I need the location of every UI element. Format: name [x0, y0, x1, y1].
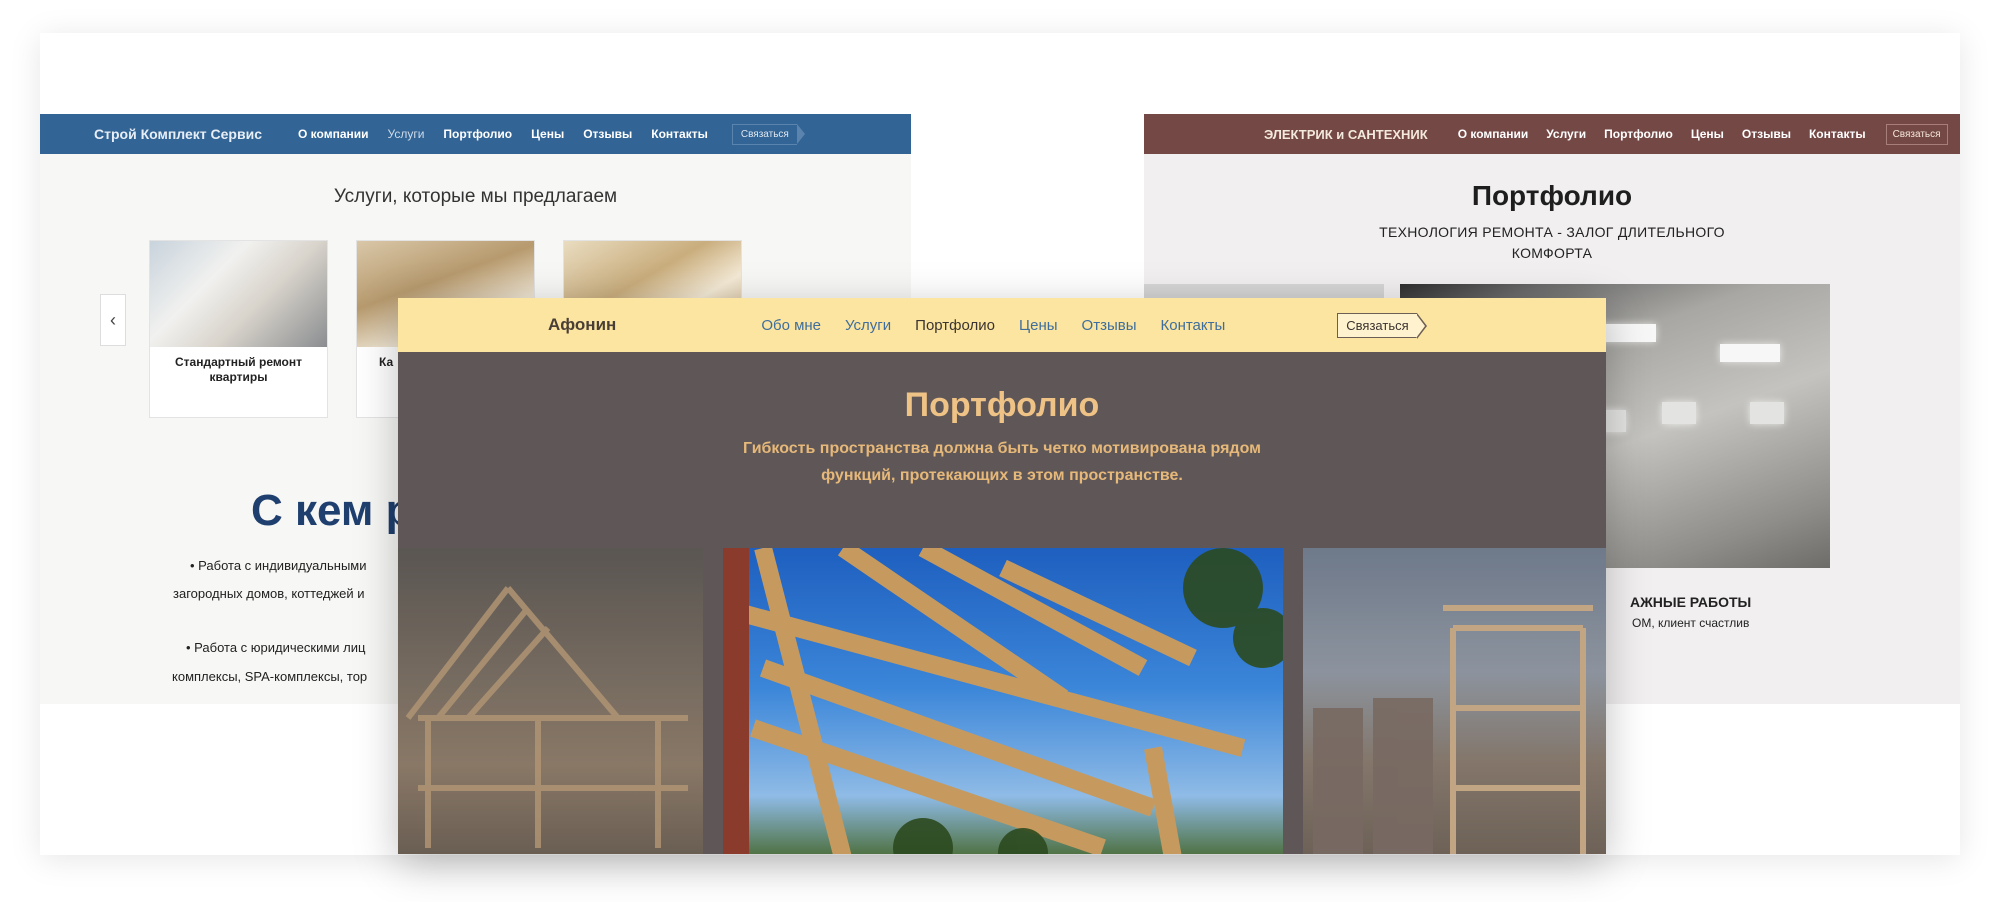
center-site-brand[interactable]: Афонин	[548, 315, 616, 335]
right-menu-item-reviews[interactable]: Отзывы	[1742, 127, 1791, 141]
right-subtitle-line: ТЕХНОЛОГИЯ РЕМОНТА - ЗАЛОГ ДЛИТЕЛЬНОГО	[1379, 224, 1725, 240]
portfolio-photo-frame-house[interactable]	[398, 548, 703, 854]
service-card[interactable]: Стандартный ремонт квартиры	[149, 240, 328, 418]
right-site-brand[interactable]: ЭЛЕКТРИК и САНТЕХНИК	[1264, 127, 1428, 142]
clients-bullet-line: • Работа с юридическими лиц	[186, 640, 366, 655]
portfolio-photo-pergola[interactable]	[723, 548, 1283, 854]
left-section-title: Услуги, которые мы предлагаем	[333, 186, 618, 207]
left-site-menu: О компании Услуги Портфолио Цены Отзывы …	[298, 127, 708, 141]
right-site-menu: О компании Услуги Портфолио Цены Отзывы …	[1458, 127, 1866, 141]
right-contact-button[interactable]: Связаться	[1885, 123, 1948, 145]
left-contact-button[interactable]: Связаться	[731, 123, 805, 145]
clients-bullet-line: комплексы, SPA-комплексы, тор	[172, 669, 368, 684]
right-subtitle-line: КОМФОРТА	[1511, 245, 1593, 261]
center-portfolio-subtitle: Гибкость пространства должна быть четко …	[743, 440, 1261, 484]
window	[1662, 402, 1696, 424]
service-card-label: Стандартный ремонт квартиры	[174, 355, 303, 384]
tower-illustration	[1313, 605, 1593, 854]
right-site-navbar: ЭЛЕКТРИК и САНТЕХНИК О компании Услуги П…	[1144, 114, 1960, 154]
center-site-menu: Обо мне Услуги Портфолио Цены Отзывы Кон…	[761, 317, 1225, 334]
right-menu-item-prices[interactable]: Цены	[1691, 127, 1724, 141]
center-site-mockup: Афонин Обо мне Услуги Портфолио Цены Отз…	[398, 298, 1606, 854]
portfolio-caption: АЖНЫЕ РАБОТЫ	[1630, 594, 1752, 610]
left-site-brand[interactable]: Строй Комплект Сервис	[94, 126, 262, 142]
left-site-navbar: Строй Комплект Сервис О компании Услуги …	[40, 114, 911, 154]
timber-frame-illustration	[405, 586, 688, 848]
left-menu-item-services[interactable]: Услуги	[388, 127, 425, 141]
right-menu-item-services[interactable]: Услуги	[1546, 127, 1586, 141]
center-menu-item-about[interactable]: Обо мне	[761, 317, 821, 334]
portfolio-photo-tower[interactable]	[1303, 548, 1606, 854]
clients-bullet-line: загородных домов, коттеджей и	[173, 586, 365, 601]
center-site-navbar: Афонин Обо мне Услуги Портфолио Цены Отз…	[398, 298, 1606, 352]
center-menu-item-services[interactable]: Услуги	[845, 317, 891, 334]
red-post	[723, 548, 749, 854]
center-menu-item-prices[interactable]: Цены	[1019, 317, 1058, 334]
right-portfolio-title: Портфолио	[1471, 180, 1633, 211]
pergola-illustration	[723, 548, 1283, 854]
center-menu-item-contacts[interactable]: Контакты	[1160, 317, 1225, 334]
right-menu-item-contacts[interactable]: Контакты	[1809, 127, 1866, 141]
left-menu-item-about[interactable]: О компании	[298, 127, 369, 141]
window	[1750, 402, 1784, 424]
ceiling-light	[1720, 344, 1780, 362]
left-menu-item-portfolio[interactable]: Портфолио	[443, 127, 512, 141]
service-card-image	[150, 241, 327, 347]
center-portfolio-title: Портфолио	[904, 386, 1100, 424]
center-menu-item-portfolio[interactable]: Портфолио	[915, 317, 995, 334]
carousel-prev-arrow-icon[interactable]: ‹	[100, 294, 126, 346]
center-contact-button[interactable]: Связаться	[1337, 312, 1428, 339]
clients-bullet-line: • Работа с индивидуальными	[190, 558, 367, 573]
center-menu-item-reviews[interactable]: Отзывы	[1082, 317, 1137, 334]
clients-heading: С кем р	[251, 486, 413, 535]
right-portfolio-subtitle: ТЕХНОЛОГИЯ РЕМОНТА - ЗАЛОГ ДЛИТЕЛЬНОГО К…	[1144, 222, 1960, 264]
left-menu-item-reviews[interactable]: Отзывы	[583, 127, 632, 141]
left-menu-item-prices[interactable]: Цены	[531, 127, 564, 141]
left-menu-item-contacts[interactable]: Контакты	[651, 127, 708, 141]
showcase-stage: Строй Комплект Сервис О компании Услуги …	[0, 0, 2000, 902]
portfolio-caption-sub: ОМ, клиент счастлив	[1632, 616, 1750, 630]
right-menu-item-portfolio[interactable]: Портфолио	[1604, 127, 1673, 141]
right-menu-item-about[interactable]: О компании	[1458, 127, 1529, 141]
